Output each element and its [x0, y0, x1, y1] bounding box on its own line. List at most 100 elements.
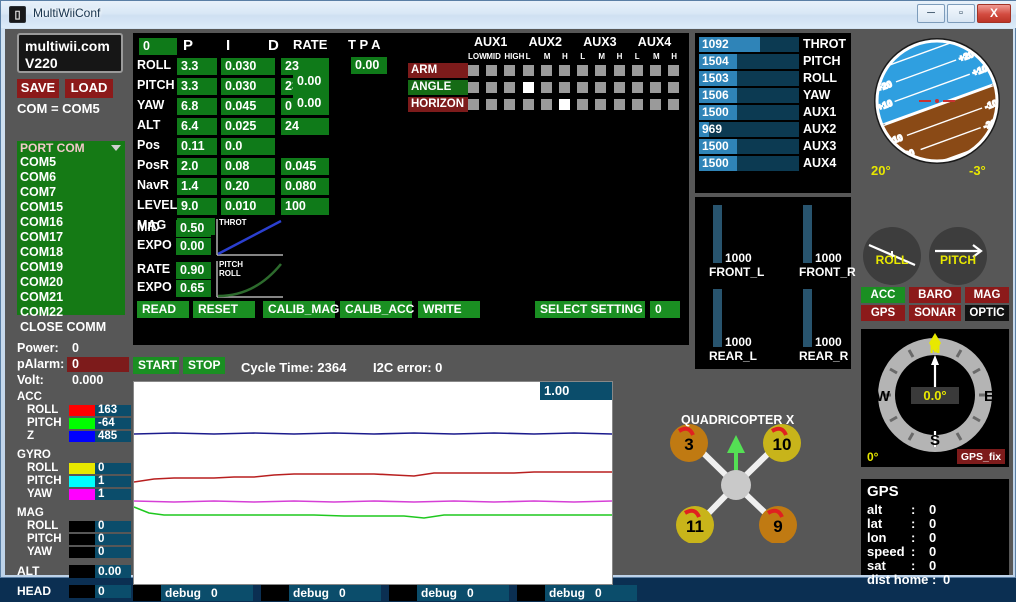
aux-checkbox-angle-aux4-low[interactable] [631, 82, 643, 93]
aux-checkbox-angle-aux3-high[interactable] [613, 82, 625, 93]
aux-checkbox-arm-aux4-mid[interactable] [650, 65, 661, 76]
stop-button[interactable]: STOP [183, 357, 225, 374]
pid-i-roll[interactable]: 0.030 [221, 58, 275, 75]
aux-checkbox-arm-aux2-mid[interactable] [540, 65, 552, 76]
aux-checkbox-horizon-aux4-high[interactable] [668, 99, 680, 110]
pid-i-navr[interactable]: 0.20 [221, 178, 275, 195]
pid-p-pos[interactable]: 0.11 [177, 138, 217, 155]
aux-checkbox-horizon-aux1-high[interactable] [504, 99, 516, 110]
aux-checkbox-horizon-aux4-mid[interactable] [650, 99, 661, 110]
write-button[interactable]: WRITE [418, 301, 480, 318]
status-optic[interactable]: OPTIC [965, 305, 1009, 321]
aux-checkbox-angle-aux2-low[interactable] [522, 82, 534, 93]
port-com-dropdown[interactable]: PORT COM COM5 COM6 COM7 COM15 COM16 COM17 COM1… [17, 141, 125, 334]
port-item-com19[interactable]: COM19 [17, 260, 125, 275]
pid-d-level[interactable]: 100 [281, 198, 329, 215]
port-item-com20[interactable]: COM20 [17, 275, 125, 290]
pid-p-roll[interactable]: 3.3 [177, 58, 217, 75]
aux-checkbox-arm-aux3-mid[interactable] [595, 65, 607, 76]
rate-yaw-field[interactable]: 0.00 [293, 95, 329, 112]
pid-i-level[interactable]: 0.010 [221, 198, 275, 215]
pid-p-alt[interactable]: 6.4 [177, 118, 217, 135]
calib-acc-button[interactable]: CALIB_ACC [340, 301, 414, 318]
pid-i-alt[interactable]: 0.025 [221, 118, 275, 135]
expo2-field[interactable]: 0.65 [176, 280, 211, 297]
pid-d-posr[interactable]: 0.045 [281, 158, 329, 175]
aux-checkbox-arm-aux1-low[interactable] [468, 65, 479, 76]
pid-p-yaw[interactable]: 6.8 [177, 98, 217, 115]
port-com-list[interactable]: COM5 COM6 COM7 COM15 COM16 COM17 COM18 COM19 COM… [17, 155, 125, 335]
aux-checkbox-horizon-aux1-low[interactable] [468, 99, 479, 110]
save-button[interactable]: SAVE [17, 79, 59, 98]
tpa-field[interactable]: 0.00 [351, 57, 387, 74]
aux-checkbox-horizon-aux3-mid[interactable] [595, 99, 607, 110]
port-item-com16[interactable]: COM16 [17, 215, 125, 230]
select-setting-value[interactable]: 0 [650, 301, 680, 318]
minimize-button[interactable]: ─ [917, 4, 945, 23]
pid-d-alt[interactable]: 24 [281, 118, 329, 135]
port-item-close-comm[interactable]: CLOSE COMM [17, 320, 125, 335]
status-sonar[interactable]: SONAR [909, 305, 961, 321]
port-item-com15[interactable]: COM15 [17, 200, 125, 215]
start-button[interactable]: START [133, 357, 179, 374]
pid-i-posr[interactable]: 0.08 [221, 158, 275, 175]
pid-p-pitch[interactable]: 3.3 [177, 78, 217, 95]
aux-checkbox-angle-aux3-mid[interactable] [595, 82, 607, 93]
calib-mag-button[interactable]: CALIB_MAG [263, 301, 339, 318]
pid-setting-index[interactable]: 0 [139, 38, 177, 55]
aux-checkbox-angle-aux1-mid[interactable] [486, 82, 498, 93]
aux-checkbox-angle-aux2-high[interactable] [559, 82, 570, 93]
aux-checkbox-arm-aux1-mid[interactable] [486, 65, 498, 76]
mid-field[interactable]: 0.50 [176, 220, 211, 237]
aux-checkbox-arm-aux2-high[interactable] [559, 65, 570, 76]
aux-checkbox-angle-aux1-high[interactable] [504, 82, 516, 93]
graph-scale-badge[interactable]: 1.00 [540, 382, 612, 400]
aux-checkbox-angle-aux1-low[interactable] [468, 82, 479, 93]
pid-p-level[interactable]: 9.0 [177, 198, 217, 215]
load-button[interactable]: LOAD [65, 79, 113, 98]
rate-roll-pitch-field[interactable]: 0.00 [293, 73, 329, 90]
aux-checkbox-arm-aux1-high[interactable] [504, 65, 516, 76]
aux-checkbox-arm-aux4-low[interactable] [631, 65, 643, 76]
port-item-com18[interactable]: COM18 [17, 245, 125, 260]
pid-p-navr[interactable]: 1.4 [177, 178, 217, 195]
port-item-com5[interactable]: COM5 [17, 155, 125, 170]
aux-checkbox-arm-aux2-low[interactable] [522, 65, 534, 76]
port-item-com6[interactable]: COM6 [17, 170, 125, 185]
reset-button[interactable]: RESET [193, 301, 255, 318]
aux-checkbox-angle-aux4-mid[interactable] [650, 82, 661, 93]
close-button[interactable]: X [977, 4, 1011, 23]
expo1-field[interactable]: 0.00 [176, 238, 211, 255]
aux-checkbox-arm-aux3-high[interactable] [613, 65, 625, 76]
port-item-com21[interactable]: COM21 [17, 290, 125, 305]
aux-checkbox-horizon-aux2-mid[interactable] [540, 99, 552, 110]
pid-d-navr[interactable]: 0.080 [281, 178, 329, 195]
aux-checkbox-arm-aux4-high[interactable] [668, 65, 680, 76]
aux-checkbox-horizon-aux4-low[interactable] [631, 99, 643, 110]
rate-field[interactable]: 0.90 [176, 262, 211, 279]
telemetry-graph[interactable]: 1.00 [133, 381, 613, 585]
status-gps[interactable]: GPS [861, 305, 905, 321]
aux-checkbox-horizon-aux2-low[interactable] [522, 99, 534, 110]
status-baro[interactable]: BARO [909, 287, 961, 303]
pid-i-yaw[interactable]: 0.045 [221, 98, 275, 115]
select-setting-button[interactable]: SELECT SETTING [535, 301, 645, 318]
port-item-com17[interactable]: COM17 [17, 230, 125, 245]
aux-checkbox-horizon-aux3-low[interactable] [577, 99, 589, 110]
read-button[interactable]: READ [137, 301, 189, 318]
aux-checkbox-horizon-aux1-mid[interactable] [486, 99, 498, 110]
aux-checkbox-angle-aux2-mid[interactable] [540, 82, 552, 93]
status-mag[interactable]: MAG [965, 287, 1009, 303]
port-item-com22[interactable]: COM22 [17, 305, 125, 320]
pid-i-pitch[interactable]: 0.030 [221, 78, 275, 95]
port-item-com7[interactable]: COM7 [17, 185, 125, 200]
aux-checkbox-horizon-aux2-high[interactable] [559, 99, 570, 110]
aux-checkbox-arm-aux3-low[interactable] [577, 65, 589, 76]
maximize-button[interactable]: ▫ [947, 4, 975, 23]
pid-p-posr[interactable]: 2.0 [177, 158, 217, 175]
pid-i-pos[interactable]: 0.0 [221, 138, 275, 155]
aux-checkbox-horizon-aux3-high[interactable] [613, 99, 625, 110]
aux-checkbox-angle-aux3-low[interactable] [577, 82, 589, 93]
status-acc[interactable]: ACC [861, 287, 905, 303]
aux-checkbox-angle-aux4-high[interactable] [668, 82, 680, 93]
